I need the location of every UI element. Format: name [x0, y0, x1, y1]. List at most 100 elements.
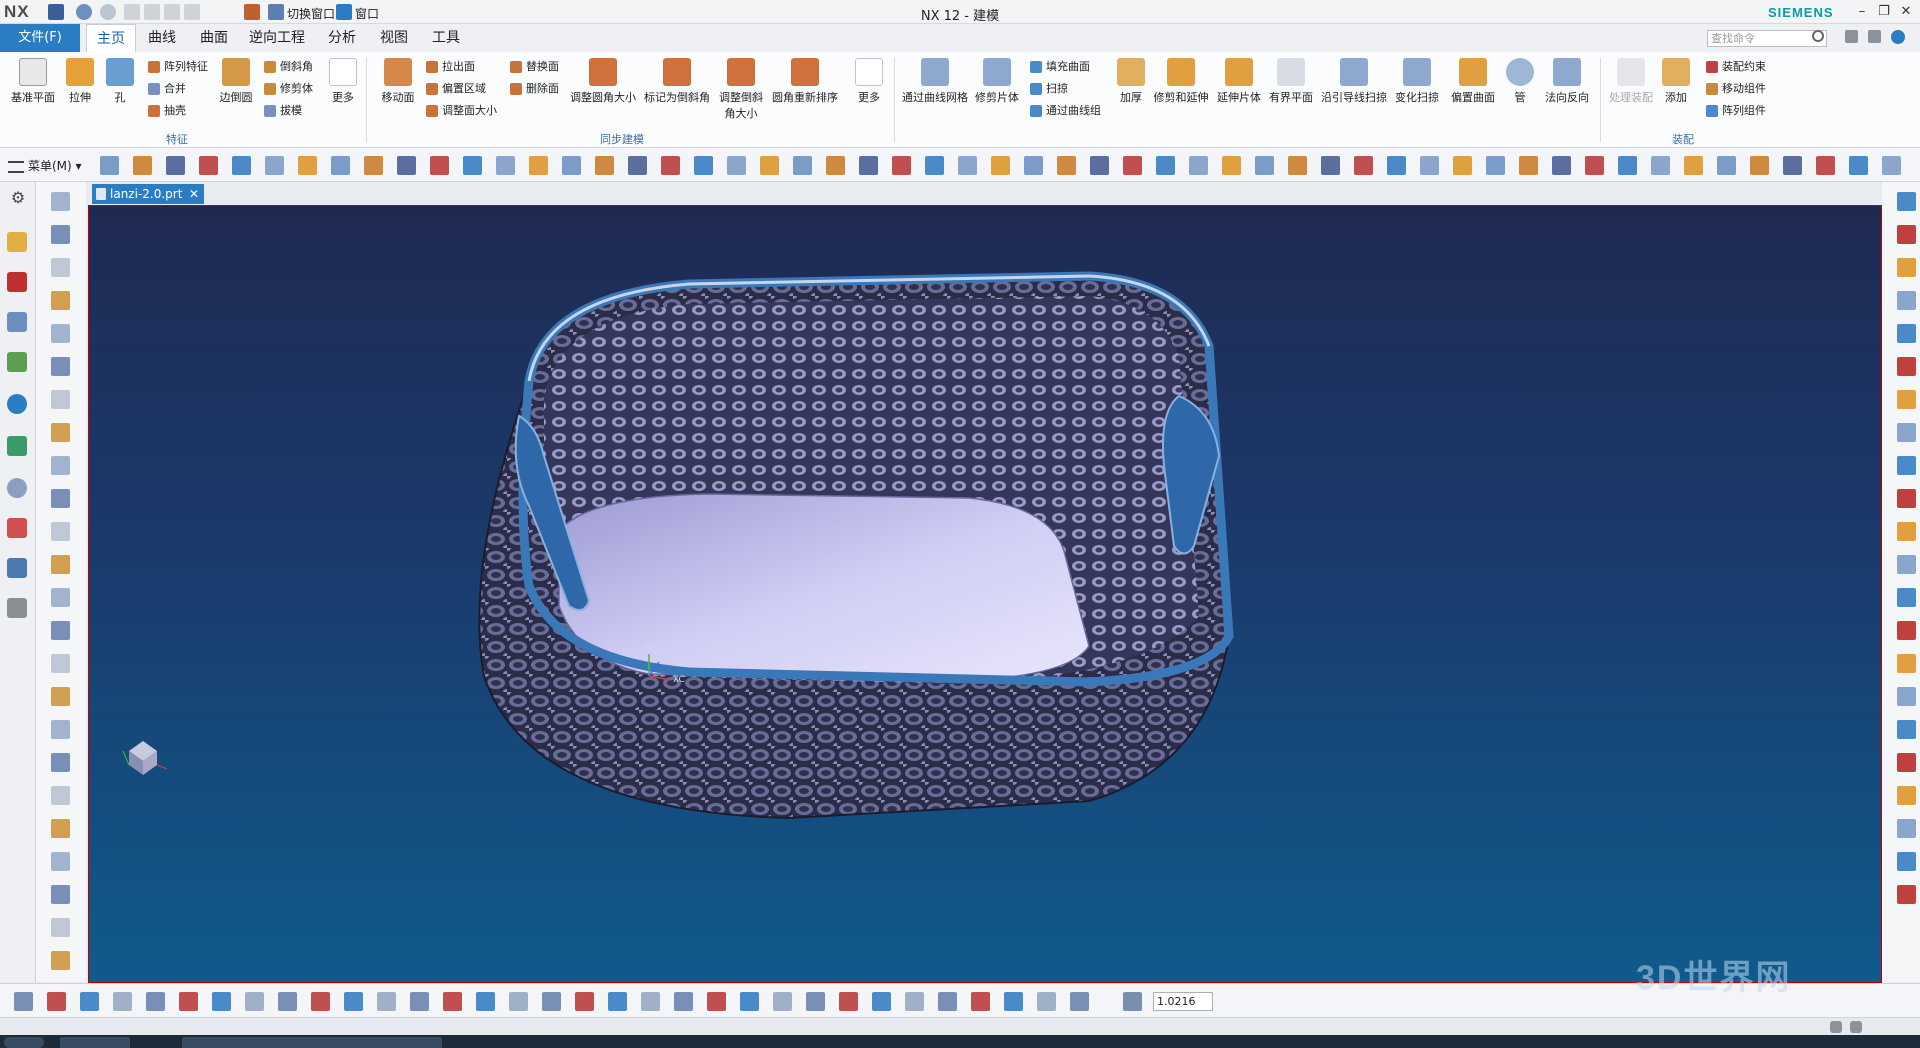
scale-input[interactable]: 1.0216 [1153, 992, 1213, 1011]
snap-tool-icon[interactable] [1037, 992, 1056, 1011]
feature-tool-icon[interactable] [1897, 753, 1916, 772]
sketch-tool-icon[interactable] [51, 687, 70, 706]
tab-surface[interactable]: 曲面 [192, 24, 236, 52]
roles-icon[interactable] [7, 598, 27, 618]
snap-tool-icon[interactable] [806, 992, 825, 1011]
sketch-tool-icon[interactable] [51, 390, 70, 409]
sketch-tool-icon[interactable] [51, 225, 70, 244]
command-tool-icon[interactable] [892, 156, 911, 175]
command-tool-icon[interactable] [562, 156, 581, 175]
sketch-tool-icon[interactable] [51, 258, 70, 277]
sketch-tool-icon[interactable] [51, 720, 70, 739]
sketch-tool-icon[interactable] [51, 489, 70, 508]
document-tab[interactable]: lanzi-2.0.prt ✕ [92, 184, 204, 204]
close-button[interactable]: ✕ [1897, 3, 1915, 21]
command-tool-icon[interactable] [826, 156, 845, 175]
command-tool-icon[interactable] [298, 156, 317, 175]
command-tool-icon[interactable] [595, 156, 614, 175]
command-tool-icon[interactable] [166, 156, 185, 175]
through-curve-mesh-button[interactable]: 通过曲线网格 [900, 58, 970, 105]
feature-tool-icon[interactable] [1897, 423, 1916, 442]
command-tool-icon[interactable] [1387, 156, 1406, 175]
sketch-tool-icon[interactable] [51, 819, 70, 838]
constraint-navigator-icon[interactable] [7, 272, 27, 292]
command-tool-icon[interactable] [991, 156, 1010, 175]
feature-tool-icon[interactable] [1897, 357, 1916, 376]
repeat-icon[interactable] [184, 4, 200, 20]
menu-button[interactable]: 菜单(M) ▾ [8, 156, 82, 176]
snap-tool-icon[interactable] [179, 992, 198, 1011]
feature-tool-icon[interactable] [1897, 258, 1916, 277]
feature-tool-icon[interactable] [1897, 522, 1916, 541]
feature-tool-icon[interactable] [1897, 456, 1916, 475]
command-tool-icon[interactable] [1519, 156, 1538, 175]
sketch-tool-icon[interactable] [51, 357, 70, 376]
command-tool-icon[interactable] [1750, 156, 1769, 175]
command-tool-icon[interactable] [496, 156, 515, 175]
pull-face-button[interactable]: 拉出面 [424, 58, 475, 76]
snap-tool-icon[interactable] [47, 992, 66, 1011]
command-tool-icon[interactable] [661, 156, 680, 175]
replace-face-button[interactable]: 替换面 [508, 58, 559, 76]
snap-tool-icon[interactable] [740, 992, 759, 1011]
paste-icon[interactable] [164, 4, 180, 20]
search-icon[interactable] [1812, 30, 1824, 42]
snap-tool-icon[interactable] [377, 992, 396, 1011]
snap-tool-icon[interactable] [707, 992, 726, 1011]
feature-tool-icon[interactable] [1897, 687, 1916, 706]
snap-tool-icon[interactable] [278, 992, 297, 1011]
variational-sweep-button[interactable]: 变化扫掠 [1392, 58, 1442, 105]
command-tool-icon[interactable] [364, 156, 383, 175]
unite-button[interactable]: 合并 [146, 80, 186, 98]
trim-sheet-button[interactable]: 修剪片体 [972, 58, 1022, 105]
snap-tool-icon[interactable] [509, 992, 528, 1011]
snap-tool-icon[interactable] [575, 992, 594, 1011]
command-tool-icon[interactable] [1420, 156, 1439, 175]
snap-tool-icon[interactable] [1004, 992, 1023, 1011]
chamfer-button[interactable]: 倒斜角 [262, 58, 313, 76]
add-component-button[interactable]: 添加 [1656, 58, 1696, 105]
command-tool-icon[interactable] [1222, 156, 1241, 175]
command-tool-icon[interactable] [529, 156, 548, 175]
trim-extend-button[interactable]: 修剪和延伸 [1150, 58, 1212, 105]
tab-view[interactable]: 视图 [372, 24, 416, 52]
snap-tool-icon[interactable] [872, 992, 891, 1011]
extrude-button[interactable]: 拉伸 [60, 58, 100, 105]
feature-tool-icon[interactable] [1897, 555, 1916, 574]
label-chamfer-button[interactable]: 标记为倒斜角 [642, 58, 712, 105]
sketch-tool-icon[interactable] [51, 918, 70, 937]
command-tool-icon[interactable] [1255, 156, 1274, 175]
redo-icon[interactable] [100, 4, 116, 20]
command-tool-icon[interactable] [463, 156, 482, 175]
snap-tool-icon[interactable] [212, 992, 231, 1011]
sweep-along-guide-button[interactable]: 沿引导线扫掠 [1318, 58, 1390, 105]
feature-tool-icon[interactable] [1897, 225, 1916, 244]
feature-tool-icon[interactable] [1897, 819, 1916, 838]
feature-tool-icon[interactable] [1897, 654, 1916, 673]
snap-tool-icon[interactable] [344, 992, 363, 1011]
reuse-library-icon[interactable] [7, 352, 27, 372]
ribbon-options-icon[interactable] [1845, 30, 1858, 43]
tab-home[interactable]: 主页 [86, 24, 136, 52]
command-tool-icon[interactable] [397, 156, 416, 175]
move-face-button[interactable]: 移动面 [376, 58, 420, 105]
shell-button[interactable]: 抽壳 [146, 102, 186, 120]
offset-region-button[interactable]: 偏置区域 [424, 80, 486, 98]
settings-icon[interactable]: ⚙ [8, 188, 28, 208]
feature-tool-icon[interactable] [1897, 390, 1916, 409]
draft-button[interactable]: 拔模 [262, 102, 302, 120]
tab-file[interactable]: 文件(F) [0, 24, 80, 52]
reverse-normal-button[interactable]: 法向反向 [1540, 58, 1594, 105]
through-curves-button[interactable]: 通过曲线组 [1028, 102, 1101, 120]
tube-button[interactable]: 管 [1502, 58, 1538, 105]
taskbar-app[interactable] [182, 1037, 252, 1048]
sketch-tool-icon[interactable] [51, 192, 70, 211]
command-tool-icon[interactable] [859, 156, 878, 175]
command-tool-icon[interactable] [199, 156, 218, 175]
snap-tool-icon[interactable] [608, 992, 627, 1011]
feature-tool-icon[interactable] [1897, 324, 1916, 343]
bounded-plane-button[interactable]: 有界平面 [1266, 58, 1316, 105]
command-tool-icon[interactable] [1354, 156, 1373, 175]
part-navigator-icon[interactable] [7, 312, 27, 332]
command-tool-icon[interactable] [1783, 156, 1802, 175]
